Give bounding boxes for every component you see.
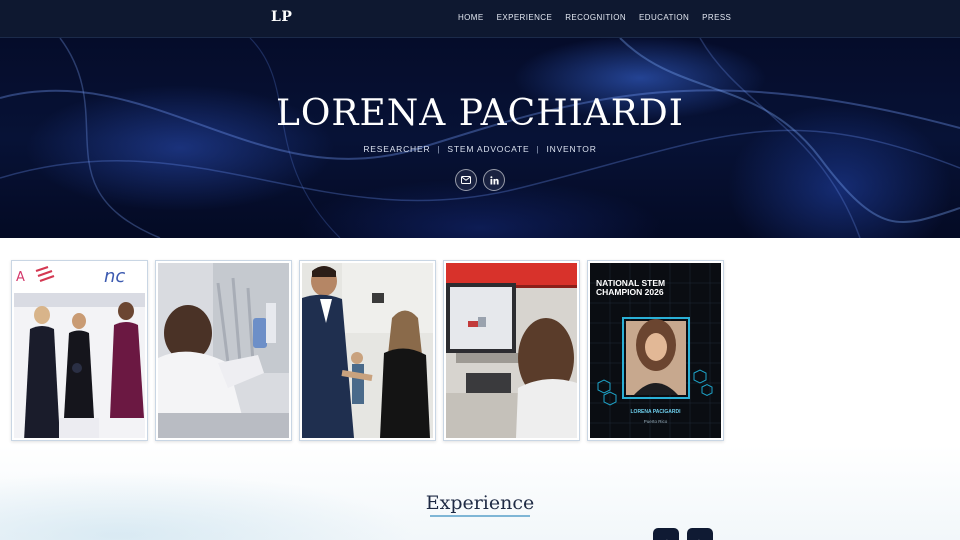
email-button[interactable] [455, 169, 477, 191]
champion-card-name: LORENA PACIGARDI [630, 409, 681, 415]
linkedin-icon [489, 175, 499, 184]
award-photo-image: A nc [14, 263, 145, 438]
role-researcher: RESEARCHER [363, 144, 431, 154]
mail-icon [461, 176, 471, 184]
heading-underline [430, 515, 530, 517]
svg-text:nc: nc [104, 266, 125, 287]
nav-links: HOME EXPERIENCE RECOGNITION EDUCATION PR… [458, 13, 744, 22]
gallery-photo-handshake[interactable] [299, 260, 436, 441]
hero-roles: RESEARCHER | STEM ADVOCATE | INVENTOR [0, 144, 960, 154]
role-stem-advocate: STEM ADVOCATE [447, 144, 530, 154]
computer-photo-image [446, 263, 577, 438]
carousel-prev-button[interactable]: ‹ [653, 528, 679, 540]
nav-education[interactable]: EDUCATION [639, 13, 689, 22]
svg-text:A: A [16, 270, 25, 285]
hero-name: LORENA PACHIARDI [275, 93, 684, 134]
role-separator: | [437, 144, 441, 154]
handshake-photo-image [302, 263, 433, 438]
gallery-photo-lab[interactable] [155, 260, 292, 441]
nav-recognition[interactable]: RECOGNITION [565, 13, 626, 22]
champion-card-place: Puerto Rico [643, 419, 668, 424]
nav-home[interactable]: HOME [458, 13, 484, 22]
hero-background-waves [0, 38, 960, 238]
chevron-right-icon: › [698, 535, 702, 540]
chevron-left-icon: ‹ [664, 535, 668, 540]
gallery-photo-computer[interactable] [443, 260, 580, 441]
top-nav: LP HOME EXPERIENCE RECOGNITION EDUCATION… [0, 0, 960, 38]
linkedin-button[interactable] [483, 169, 505, 191]
carousel-next-button[interactable]: › [687, 528, 713, 540]
hero-banner: LORENA PACHIARDI RESEARCHER | STEM ADVOCAT… [0, 38, 960, 238]
lab-photo-image [158, 263, 289, 438]
nav-press[interactable]: PRESS [702, 13, 731, 22]
gallery-photo-champion-card[interactable]: NATIONAL STEM CHAMPION 2026 LORENA PACIG… [587, 260, 724, 441]
logo[interactable]: LP [271, 9, 292, 25]
gallery-photo-award[interactable]: A nc [11, 260, 148, 441]
role-separator: | [536, 144, 540, 154]
nav-experience[interactable]: EXPERIENCE [497, 13, 553, 22]
champion-card-headline: NATIONAL STEM CHAMPION 2026 [596, 278, 666, 297]
role-inventor: INVENTOR [546, 144, 597, 154]
experience-heading: Experience [425, 492, 535, 514]
